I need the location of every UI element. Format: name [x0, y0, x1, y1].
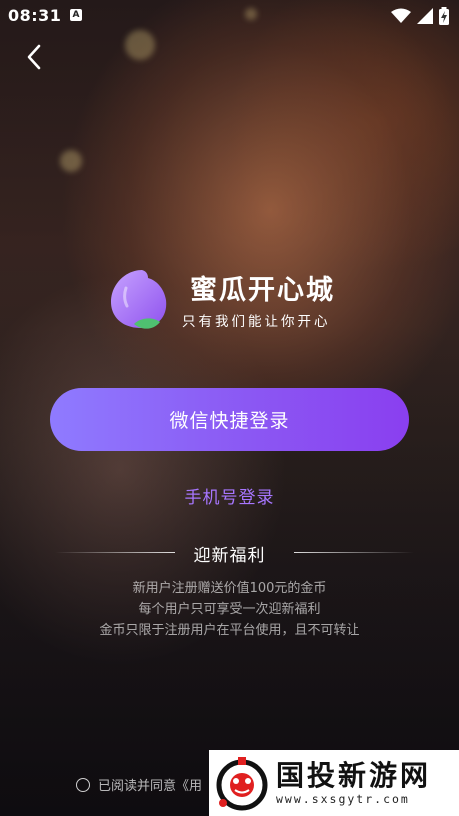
login-screen: 08:31 A 蜜瓜开心城 只有我们能让你开心 微信快捷登录 手机号登录 迎新福…	[0, 0, 459, 816]
back-button[interactable]	[18, 40, 52, 74]
welfare-line-2: 每个用户只可享受一次迎新福利	[138, 602, 321, 617]
agreement-row[interactable]: 已阅读并同意《用	[76, 775, 202, 794]
app-slogan: 只有我们能让你开心	[182, 314, 331, 330]
status-bar: 08:31 A	[0, 0, 459, 32]
wifi-icon	[391, 8, 411, 23]
welfare-line-3: 金币只限于注册用户在平台使用，且不可转让	[99, 623, 360, 638]
site-watermark: 国投新游网 www.sxsgytr.com	[209, 750, 459, 816]
status-icons	[391, 7, 449, 25]
watermark-name: 国投新游网	[276, 759, 432, 792]
agreement-text: 已阅读并同意《用	[98, 779, 203, 794]
watermark-url: www.sxsgytr.com	[276, 792, 410, 806]
notification-icon: A	[70, 9, 82, 21]
welfare-description: 新用户注册赠送价值100元的金币 每个用户只可享受一次迎新福利 金币只限于注册用…	[0, 578, 459, 641]
peach-icon	[111, 270, 167, 329]
agreement-radio[interactable]	[76, 777, 90, 792]
wechat-login-button[interactable]: 微信快捷登录	[50, 388, 409, 451]
welfare-title: 迎新福利	[193, 546, 266, 566]
watermark-logo-icon	[216, 757, 268, 811]
welfare-header: 迎新福利	[0, 540, 459, 566]
back-arrow-icon	[27, 44, 41, 70]
welfare-line-1: 新用户注册赠送价值100元的金币	[132, 581, 327, 596]
status-time: 08:31	[8, 6, 62, 25]
signal-icon	[417, 8, 433, 24]
battery-charging-icon	[439, 7, 449, 25]
app-logo	[108, 266, 172, 332]
app-title: 蜜瓜开心城	[190, 275, 335, 306]
phone-login-link[interactable]: 手机号登录	[0, 483, 459, 508]
divider-right	[294, 552, 414, 553]
watermark-text: 国投新游网 www.sxsgytr.com	[276, 759, 432, 807]
